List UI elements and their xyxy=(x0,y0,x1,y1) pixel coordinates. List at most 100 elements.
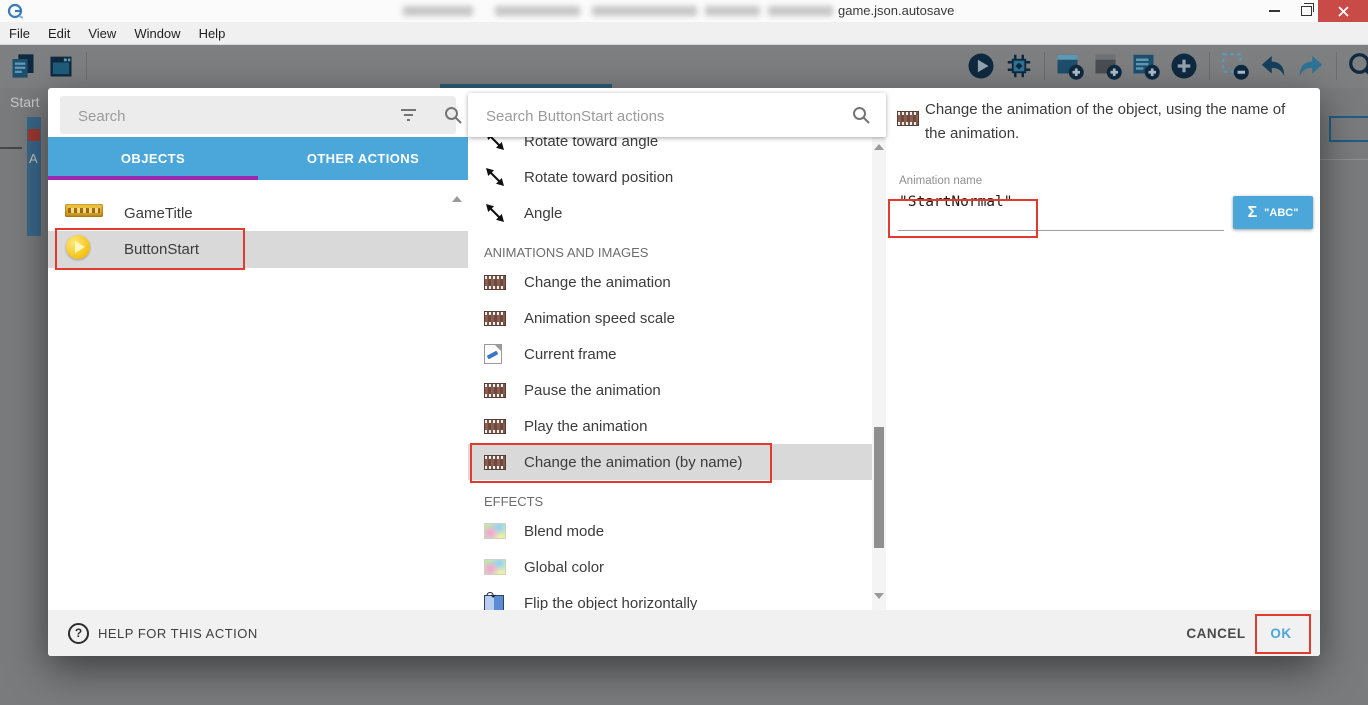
undo-icon[interactable] xyxy=(1256,50,1290,82)
menu-view[interactable]: View xyxy=(79,23,125,44)
expression-editor-button[interactable]: Σ "ABC" xyxy=(1233,196,1313,229)
angle-arrow-icon xyxy=(484,202,524,224)
background-tab-label: Start P xyxy=(10,94,50,112)
blend-mode-icon xyxy=(484,523,524,539)
play-button-thumbnail-icon xyxy=(66,235,124,264)
object-label: GameTitle xyxy=(124,205,193,222)
film-strip-icon xyxy=(484,455,524,470)
action-item-selected[interactable]: Change the animation (by name) xyxy=(468,444,872,480)
film-strip-icon xyxy=(897,111,919,126)
redo-icon[interactable] xyxy=(1294,50,1328,82)
toolbar-separator xyxy=(1209,52,1210,80)
action-description: Change the animation of the object, usin… xyxy=(925,98,1293,146)
action-item[interactable]: Global color xyxy=(468,549,872,585)
menu-bar: File Edit View Window Help xyxy=(0,22,1368,45)
cancel-button[interactable]: CANCEL xyxy=(1168,610,1264,656)
toolbar xyxy=(0,44,1368,88)
object-search-input[interactable] xyxy=(76,96,380,136)
film-strip-icon xyxy=(484,311,524,326)
toolbar-separator xyxy=(86,52,87,80)
action-list: Rotate toward angle Rotate toward positi… xyxy=(468,88,872,610)
title-bar: game.json.autosave xyxy=(0,0,1368,23)
action-search-input[interactable] xyxy=(484,93,788,139)
redacted-title-text xyxy=(768,6,833,16)
object-item-gametitle[interactable]: GameTitle xyxy=(48,195,468,231)
rotate-arrow-icon xyxy=(484,166,524,188)
redacted-title-text xyxy=(705,6,760,16)
dialog-footer: ? HELP FOR THIS ACTION CANCEL OK xyxy=(48,610,1320,656)
section-header-effects: EFFECTS xyxy=(468,480,872,513)
help-link[interactable]: ? HELP FOR THIS ACTION xyxy=(68,610,258,656)
preview-play-icon[interactable] xyxy=(964,50,998,82)
action-item[interactable]: Current frame xyxy=(468,336,872,372)
field-underline xyxy=(898,230,1224,231)
search-icon xyxy=(852,106,870,124)
add-object-icon[interactable] xyxy=(1053,50,1087,82)
flip-horizontal-icon xyxy=(484,595,524,610)
menu-help[interactable]: Help xyxy=(190,23,235,44)
film-strip-icon xyxy=(484,383,524,398)
minimize-icon xyxy=(1269,10,1280,12)
gdevelop-window: game.json.autosave File Edit View Window… xyxy=(0,0,1368,705)
action-item[interactable]: Animation speed scale xyxy=(468,300,872,336)
restore-icon xyxy=(1301,6,1312,16)
action-item[interactable]: Pause the animation xyxy=(468,372,872,408)
background-divider xyxy=(1320,159,1368,160)
close-icon xyxy=(1338,6,1349,17)
gametitle-thumbnail-icon xyxy=(65,204,124,222)
active-tab-indicator xyxy=(48,176,258,180)
animation-name-value[interactable]: "StartNormal" xyxy=(899,194,1013,210)
object-item-buttonstart[interactable]: ButtonStart xyxy=(48,231,468,268)
action-item[interactable]: Flip the object horizontally xyxy=(468,585,872,610)
events-sheet-icon[interactable] xyxy=(6,50,40,82)
object-tabs: OBJECTS OTHER ACTIONS xyxy=(48,137,468,180)
action-item[interactable]: Angle xyxy=(468,195,872,231)
background-object-thumbnail xyxy=(28,129,40,141)
global-color-icon xyxy=(484,559,524,575)
search-icon xyxy=(444,106,462,124)
action-item[interactable]: Rotate toward position xyxy=(468,159,872,195)
film-strip-icon xyxy=(484,419,524,434)
add-events-icon[interactable] xyxy=(1129,50,1163,82)
scroll-down-arrow[interactable] xyxy=(874,593,884,599)
current-frame-icon xyxy=(484,344,524,364)
section-header-animations: ANIMATIONS AND IMAGES xyxy=(468,231,872,264)
action-item[interactable]: Blend mode xyxy=(468,513,872,549)
deselect-icon[interactable] xyxy=(1218,50,1252,82)
debug-preview-icon[interactable] xyxy=(1002,50,1036,82)
redacted-title-text xyxy=(495,6,580,16)
menu-edit[interactable]: Edit xyxy=(39,23,79,44)
scroll-up-arrow[interactable] xyxy=(874,144,884,150)
help-icon: ? xyxy=(68,623,89,644)
redacted-title-text xyxy=(403,6,473,16)
sigma-icon: Σ xyxy=(1248,204,1258,222)
object-label: ButtonStart xyxy=(124,241,199,258)
action-item[interactable]: Change the animation xyxy=(468,264,872,300)
redacted-title-text xyxy=(592,6,697,16)
minimize-button[interactable] xyxy=(1258,0,1290,22)
action-item[interactable]: Play the animation xyxy=(468,408,872,444)
background-event-letter: A xyxy=(29,151,38,166)
animation-name-label: Animation name xyxy=(899,175,982,187)
menu-window[interactable]: Window xyxy=(125,23,189,44)
add-external-layout-icon[interactable] xyxy=(1091,50,1125,82)
ok-button[interactable]: OK xyxy=(1257,610,1305,656)
filter-icon[interactable] xyxy=(400,107,417,123)
tab-objects[interactable]: OBJECTS xyxy=(48,137,258,180)
left-scroll-up-arrow[interactable] xyxy=(452,196,462,202)
action-editor-dialog: OBJECTS OTHER ACTIONS GameTitle ButtonSt… xyxy=(48,88,1320,656)
scrollbar-thumb[interactable] xyxy=(874,427,884,548)
object-search-box xyxy=(60,96,456,134)
search-toolbar-icon[interactable] xyxy=(1345,50,1368,82)
gdevelop-logo-icon xyxy=(7,3,23,19)
scene-editor-icon[interactable] xyxy=(44,50,78,82)
background-ruler-line xyxy=(0,147,22,149)
close-button[interactable] xyxy=(1318,0,1368,22)
window-title: game.json.autosave xyxy=(838,0,954,22)
toolbar-separator xyxy=(1336,52,1337,80)
add-icon[interactable] xyxy=(1167,50,1201,82)
film-strip-icon xyxy=(484,275,524,290)
toolbar-separator xyxy=(1044,52,1045,80)
tab-other-actions[interactable]: OTHER ACTIONS xyxy=(258,137,468,180)
menu-file[interactable]: File xyxy=(0,23,39,44)
